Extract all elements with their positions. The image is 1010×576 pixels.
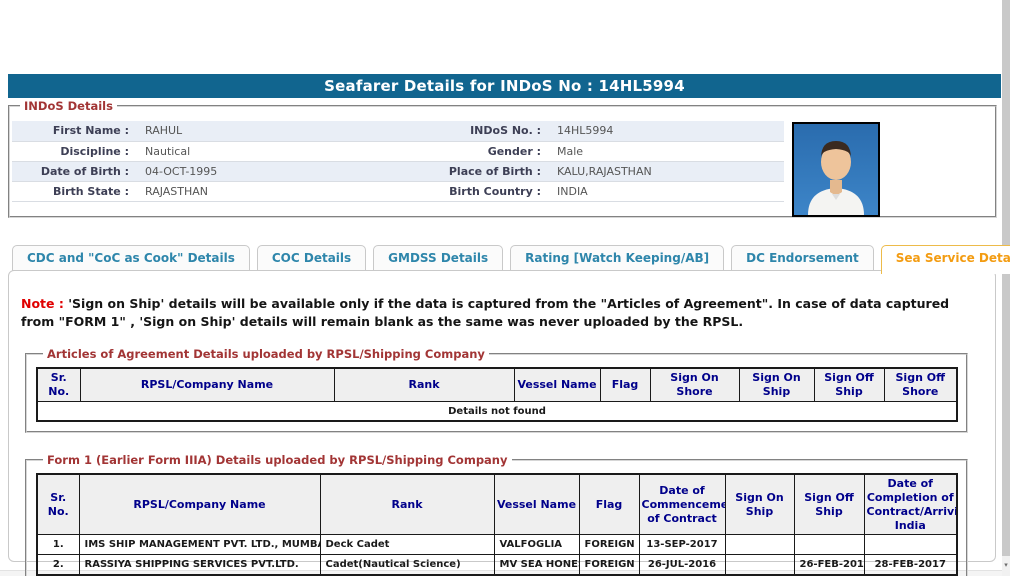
- col-rpsl-company: RPSL/Company Name: [79, 367, 335, 402]
- form1-header-row: Sr. No. RPSL/Company Name Rank Vessel Na…: [36, 473, 958, 536]
- col-sign-off-ship: Sign Off Ship: [813, 367, 885, 402]
- birth-country-value: INDIA: [549, 181, 784, 202]
- dob-label: Date of Birth :: [12, 161, 137, 182]
- tab-cdc-coc-cook-details[interactable]: CDC and "CoC as Cook" Details: [12, 245, 250, 271]
- note-body: 'Sign on Ship' details will be available…: [21, 296, 950, 330]
- col-sign-off-shore: Sign Off Shore: [883, 367, 958, 402]
- cell-commencement: 13-SEP-2017: [638, 534, 726, 556]
- form1-table-row: 1. IMS SHIP MANAGEMENT PVT. LTD., MUMBAI…: [36, 534, 958, 556]
- birth-country-label: Birth Country :: [409, 181, 549, 202]
- seafarer-details-page: Seafarer Details for INDoS No : 14HL5994…: [0, 0, 1010, 576]
- col-rank: Rank: [333, 367, 515, 402]
- indos-row-2: Discipline : Nautical Gender : Male: [12, 141, 784, 162]
- cell-completion: 28-FEB-2017: [863, 554, 958, 576]
- cell-commencement: 26-JUL-2016: [638, 554, 726, 576]
- cell-sign-off-ship: [793, 534, 865, 556]
- col-sign-on-ship: Sign On Ship: [724, 473, 795, 536]
- scrollbar-down-arrow-icon[interactable]: ▾: [1002, 560, 1010, 570]
- col-sr-no: Sr. No.: [36, 473, 80, 536]
- articles-empty-row: Details not found: [36, 400, 958, 422]
- indos-row-1: First Name : RAHUL INDoS No. : 14HL5994: [12, 121, 784, 142]
- details-not-found-message: Details not found: [36, 400, 958, 422]
- cell-sign-on-ship: [724, 534, 795, 556]
- vertical-scrollbar[interactable]: ▾: [1002, 0, 1010, 576]
- cell-rpsl-company: RASSIYA SHIPPING SERVICES PVT.LTD.: [78, 554, 321, 576]
- tab-dc-endorsement[interactable]: DC Endorsement: [731, 245, 874, 271]
- note-prefix: Note :: [21, 296, 64, 311]
- indos-row-4: Birth State : RAJASTHAN Birth Country : …: [12, 181, 784, 202]
- sign-on-ship-note: Note : 'Sign on Ship' details will be av…: [21, 295, 971, 331]
- tab-rating-watch-keeping[interactable]: Rating [Watch Keeping/AB]: [510, 245, 725, 271]
- col-sign-on-ship: Sign On Ship: [738, 367, 815, 402]
- indos-details-table: First Name : RAHUL INDoS No. : 14HL5994 …: [12, 121, 784, 202]
- cell-sign-on-ship: [724, 554, 795, 576]
- indos-no-value: 14HL5994: [549, 121, 784, 142]
- cell-rank: Cadet(Nautical Science): [319, 554, 495, 576]
- page-title: Seafarer Details for INDoS No : 14HL5994: [8, 74, 1001, 98]
- cell-sign-off-ship: 26-FEB-2017: [793, 554, 865, 576]
- place-of-birth-value: KALU,RAJASTHAN: [549, 161, 784, 182]
- cell-rank: Deck Cadet: [319, 534, 495, 556]
- col-flag: Flag: [578, 473, 640, 536]
- articles-of-agreement-legend: Articles of Agreement Details uploaded b…: [47, 347, 485, 362]
- cell-vessel-name: MV SEA HONEST: [493, 554, 580, 576]
- col-flag: Flag: [599, 367, 651, 402]
- cell-completion: [863, 534, 958, 556]
- sea-service-tab-panel: Note : 'Sign on Ship' details will be av…: [8, 270, 996, 576]
- tab-coc-details[interactable]: COC Details: [256, 245, 367, 271]
- col-sign-off-ship: Sign Off Ship: [793, 473, 865, 536]
- indos-no-label: INDoS No. :: [409, 121, 549, 142]
- col-date-of-commencement: Date of Commencement of Contract: [638, 473, 726, 536]
- col-sr-no: Sr. No.: [36, 367, 81, 402]
- cell-rpsl-company: IMS SHIP MANAGEMENT PVT. LTD., MUMBAI: [78, 534, 321, 556]
- col-date-of-completion: Date of Completion of Contract/Arriving …: [863, 473, 958, 536]
- tab-gmdss-details[interactable]: GMDSS Details: [373, 245, 504, 271]
- col-rpsl-company: RPSL/Company Name: [78, 473, 321, 536]
- indos-row-3: Date of Birth : 04-OCT-1995 Place of Bir…: [12, 161, 784, 182]
- scrollbar-thumb[interactable]: [1002, 0, 1010, 556]
- detail-tabs: CDC and "CoC as Cook" Details COC Detail…: [12, 245, 1010, 274]
- place-of-birth-label: Place of Birth :: [409, 161, 549, 182]
- articles-header-row: Sr. No. RPSL/Company Name Rank Vessel Na…: [36, 367, 958, 402]
- birth-state-value: RAJASTHAN: [137, 181, 409, 202]
- form1-legend: Form 1 (Earlier Form IIIA) Details uploa…: [47, 453, 508, 468]
- cell-flag: FOREIGN: [578, 554, 640, 576]
- gender-label: Gender :: [409, 141, 549, 162]
- seafarer-photo-image: [794, 124, 878, 215]
- form1-table-row: 2. RASSIYA SHIPPING SERVICES PVT.LTD. Ca…: [36, 554, 958, 576]
- seafarer-photo: [792, 122, 880, 217]
- cell-vessel-name: VALFOGLIA: [493, 534, 580, 556]
- col-rank: Rank: [319, 473, 495, 536]
- form1-table: Sr. No. RPSL/Company Name Rank Vessel Na…: [36, 473, 958, 576]
- first-name-value: RAHUL: [137, 121, 409, 142]
- dob-value: 04-OCT-1995: [137, 161, 409, 182]
- col-sign-on-shore: Sign On Shore: [649, 367, 740, 402]
- first-name-label: First Name :: [12, 121, 137, 142]
- cell-flag: FOREIGN: [578, 534, 640, 556]
- indos-details-legend: INDoS Details: [24, 99, 113, 113]
- articles-of-agreement-table: Sr. No. RPSL/Company Name Rank Vessel Na…: [36, 367, 958, 423]
- gender-value: Male: [549, 141, 784, 162]
- col-vessel-name: Vessel Name: [493, 473, 580, 536]
- indos-details-section: INDoS Details First Name : RAHUL INDoS N…: [8, 99, 997, 218]
- tab-sea-service-details[interactable]: Sea Service Details: [880, 245, 1010, 274]
- birth-state-label: Birth State :: [12, 181, 137, 202]
- col-vessel-name: Vessel Name: [513, 367, 601, 402]
- form1-section: Form 1 (Earlier Form IIIA) Details uploa…: [25, 453, 968, 576]
- discipline-label: Discipline :: [12, 141, 137, 162]
- articles-of-agreement-section: Articles of Agreement Details uploaded b…: [25, 347, 968, 434]
- discipline-value: Nautical: [137, 141, 409, 162]
- cell-sr-no: 1.: [36, 534, 80, 556]
- cell-sr-no: 2.: [36, 554, 80, 576]
